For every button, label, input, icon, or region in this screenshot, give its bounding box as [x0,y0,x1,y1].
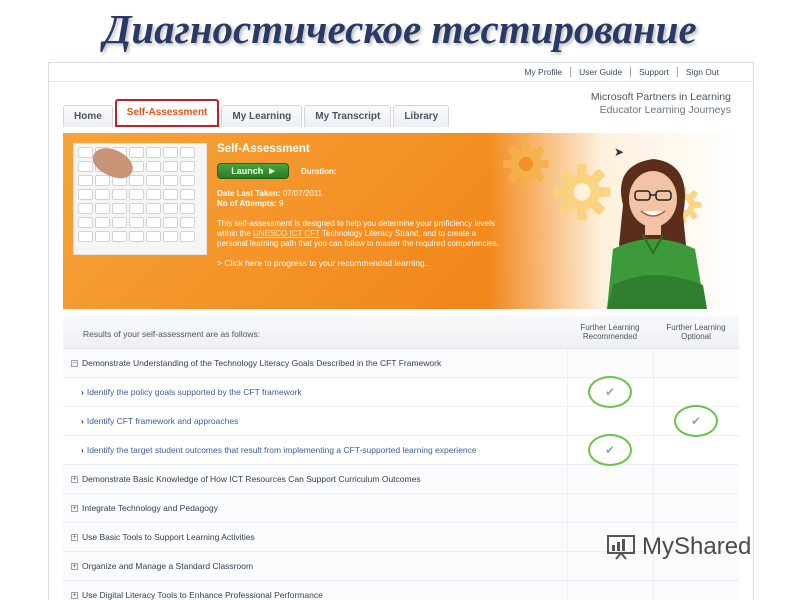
col-recommended-line-2: Recommended [582,331,638,341]
chevron-right-icon: › [81,416,84,426]
row-label[interactable]: Identify the target student outcomes tha… [87,445,477,455]
attempts: No of Attempts: 9 [217,199,507,209]
brand-logo: Microsoft Partners in Learning Educator … [591,91,731,117]
banner-title: Self-Assessment [217,143,310,155]
row-label[interactable]: Demonstrate Understanding of the Technol… [82,358,441,368]
row-label[interactable]: Identify CFT framework and approaches [87,416,239,426]
presentation-board-icon [607,535,635,560]
results-header: Results of your self-assessment are as f… [63,315,739,349]
table-row: › Identify the target student outcomes th… [63,433,739,466]
expand-icon[interactable]: + [71,476,78,484]
date-label: Date Last Taken: [217,189,281,198]
brand-line-2: Educator Learning Journeys [599,104,731,116]
my-profile-link[interactable]: My Profile [516,67,570,77]
col-optional: Further Learning Optional [653,323,739,341]
cell-optional [653,493,739,523]
user-guide-link[interactable]: User Guide [571,67,630,77]
col-recommended: Further Learning Recommended [567,323,653,341]
tab-library[interactable]: Library [393,105,450,127]
attempts-value: 9 [278,199,284,208]
date-value: 07/07/2011 [282,189,323,198]
row-label[interactable]: Demonstrate Basic Knowledge of How ICT R… [82,474,421,484]
cell-recommended: ✔ [567,433,653,466]
table-row: + Use Digital Literacy Tools to Enhance P… [63,580,739,600]
divider [49,81,753,82]
cell-recommended [567,406,653,436]
support-link[interactable]: Support [631,67,677,77]
cell-optional [653,580,739,600]
slide-title: Диагностическое тестирование [103,6,697,52]
unesco-link[interactable]: UNESCO ICT CFT [253,229,320,238]
chevron-right-icon: › [81,387,84,397]
tab-my-transcript[interactable]: My Transcript [304,105,392,127]
main-tabs: Home Self-Assessment My Learning My Tran… [63,99,451,127]
duration-label: Duration: [301,166,337,176]
results-header-label: Results of your self-assessment are as f… [83,328,261,339]
cell-recommended [567,464,653,494]
progress-link[interactable]: > Click here to progress to your recomme… [217,258,507,268]
launch-button[interactable]: Launch ▶ [217,163,289,179]
cell-optional [653,464,739,494]
tab-home[interactable]: Home [63,105,113,127]
cell-optional [653,435,739,465]
cell-recommended [567,493,653,523]
tab-self-assessment[interactable]: Self-Assessment [114,99,220,127]
table-row: − Demonstrate Understanding of the Techno… [63,348,739,378]
gear-icon [503,141,549,187]
brand-line-1: Microsoft Partners in Learning [590,91,731,103]
date-last-taken: Date Last Taken: 07/07/2011 [217,189,507,199]
mouse-cursor-icon: ➤ [614,145,625,159]
cell-optional [653,377,739,407]
self-assessment-banner: Self-Assessment Launch ▶ Duration: Date … [63,133,739,309]
sign-out-link[interactable]: Sign Out [678,67,727,77]
expand-icon[interactable]: + [71,592,78,600]
cell-recommended: ✔ [567,375,653,408]
app-window: My Profile User Guide Support Sign Out H… [48,62,754,600]
table-row: + Integrate Technology and Pedagogy [63,493,739,523]
col-recommended-line-1: Further Learning [580,322,640,332]
row-label[interactable]: Use Basic Tools to Support Learning Acti… [82,532,255,542]
watermark-text: MyShared [642,533,752,560]
row-label[interactable]: Use Digital Literacy Tools to Enhance Pr… [82,590,323,600]
col-optional-line-1: Further Learning [666,322,726,332]
play-icon: ▶ [269,168,275,175]
cell-recommended [567,348,653,378]
table-row: › Identify the policy goals supported by … [63,375,739,408]
expand-icon[interactable]: + [71,534,78,542]
cell-optional [653,348,739,378]
banner-content: Self-Assessment Launch ▶ Duration: Date … [217,143,507,268]
chevron-right-icon: › [81,445,84,455]
row-label[interactable]: Identify the policy goals supported by t… [87,387,302,397]
expand-icon[interactable]: + [71,505,78,513]
top-links: My Profile User Guide Support Sign Out [516,67,727,77]
launch-label: Launch [231,166,264,176]
collapse-icon[interactable]: − [71,360,78,368]
myshared-watermark: MyShared [606,533,751,561]
cell-recommended [567,580,653,600]
banner-description: This self-assessment is designed to help… [217,219,507,249]
check-icon: ✔ [588,433,632,466]
keyboard-image [73,143,207,255]
cell-optional: ✔ [653,404,739,437]
table-row: + Demonstrate Basic Knowledge of How ICT … [63,464,739,494]
tab-my-learning[interactable]: My Learning [221,105,303,127]
expand-icon[interactable]: + [71,563,78,571]
check-icon: ✔ [588,375,632,408]
attempts-label: No of Attempts: [217,199,277,208]
col-optional-line-2: Optional [681,331,711,341]
table-row: › Identify CFT framework and approaches ✔ [63,404,739,437]
row-label[interactable]: Integrate Technology and Pedagogy [82,503,218,513]
student-photo [607,159,707,309]
row-label[interactable]: Organize and Manage a Standard Classroom [82,561,253,571]
check-icon: ✔ [674,404,718,437]
